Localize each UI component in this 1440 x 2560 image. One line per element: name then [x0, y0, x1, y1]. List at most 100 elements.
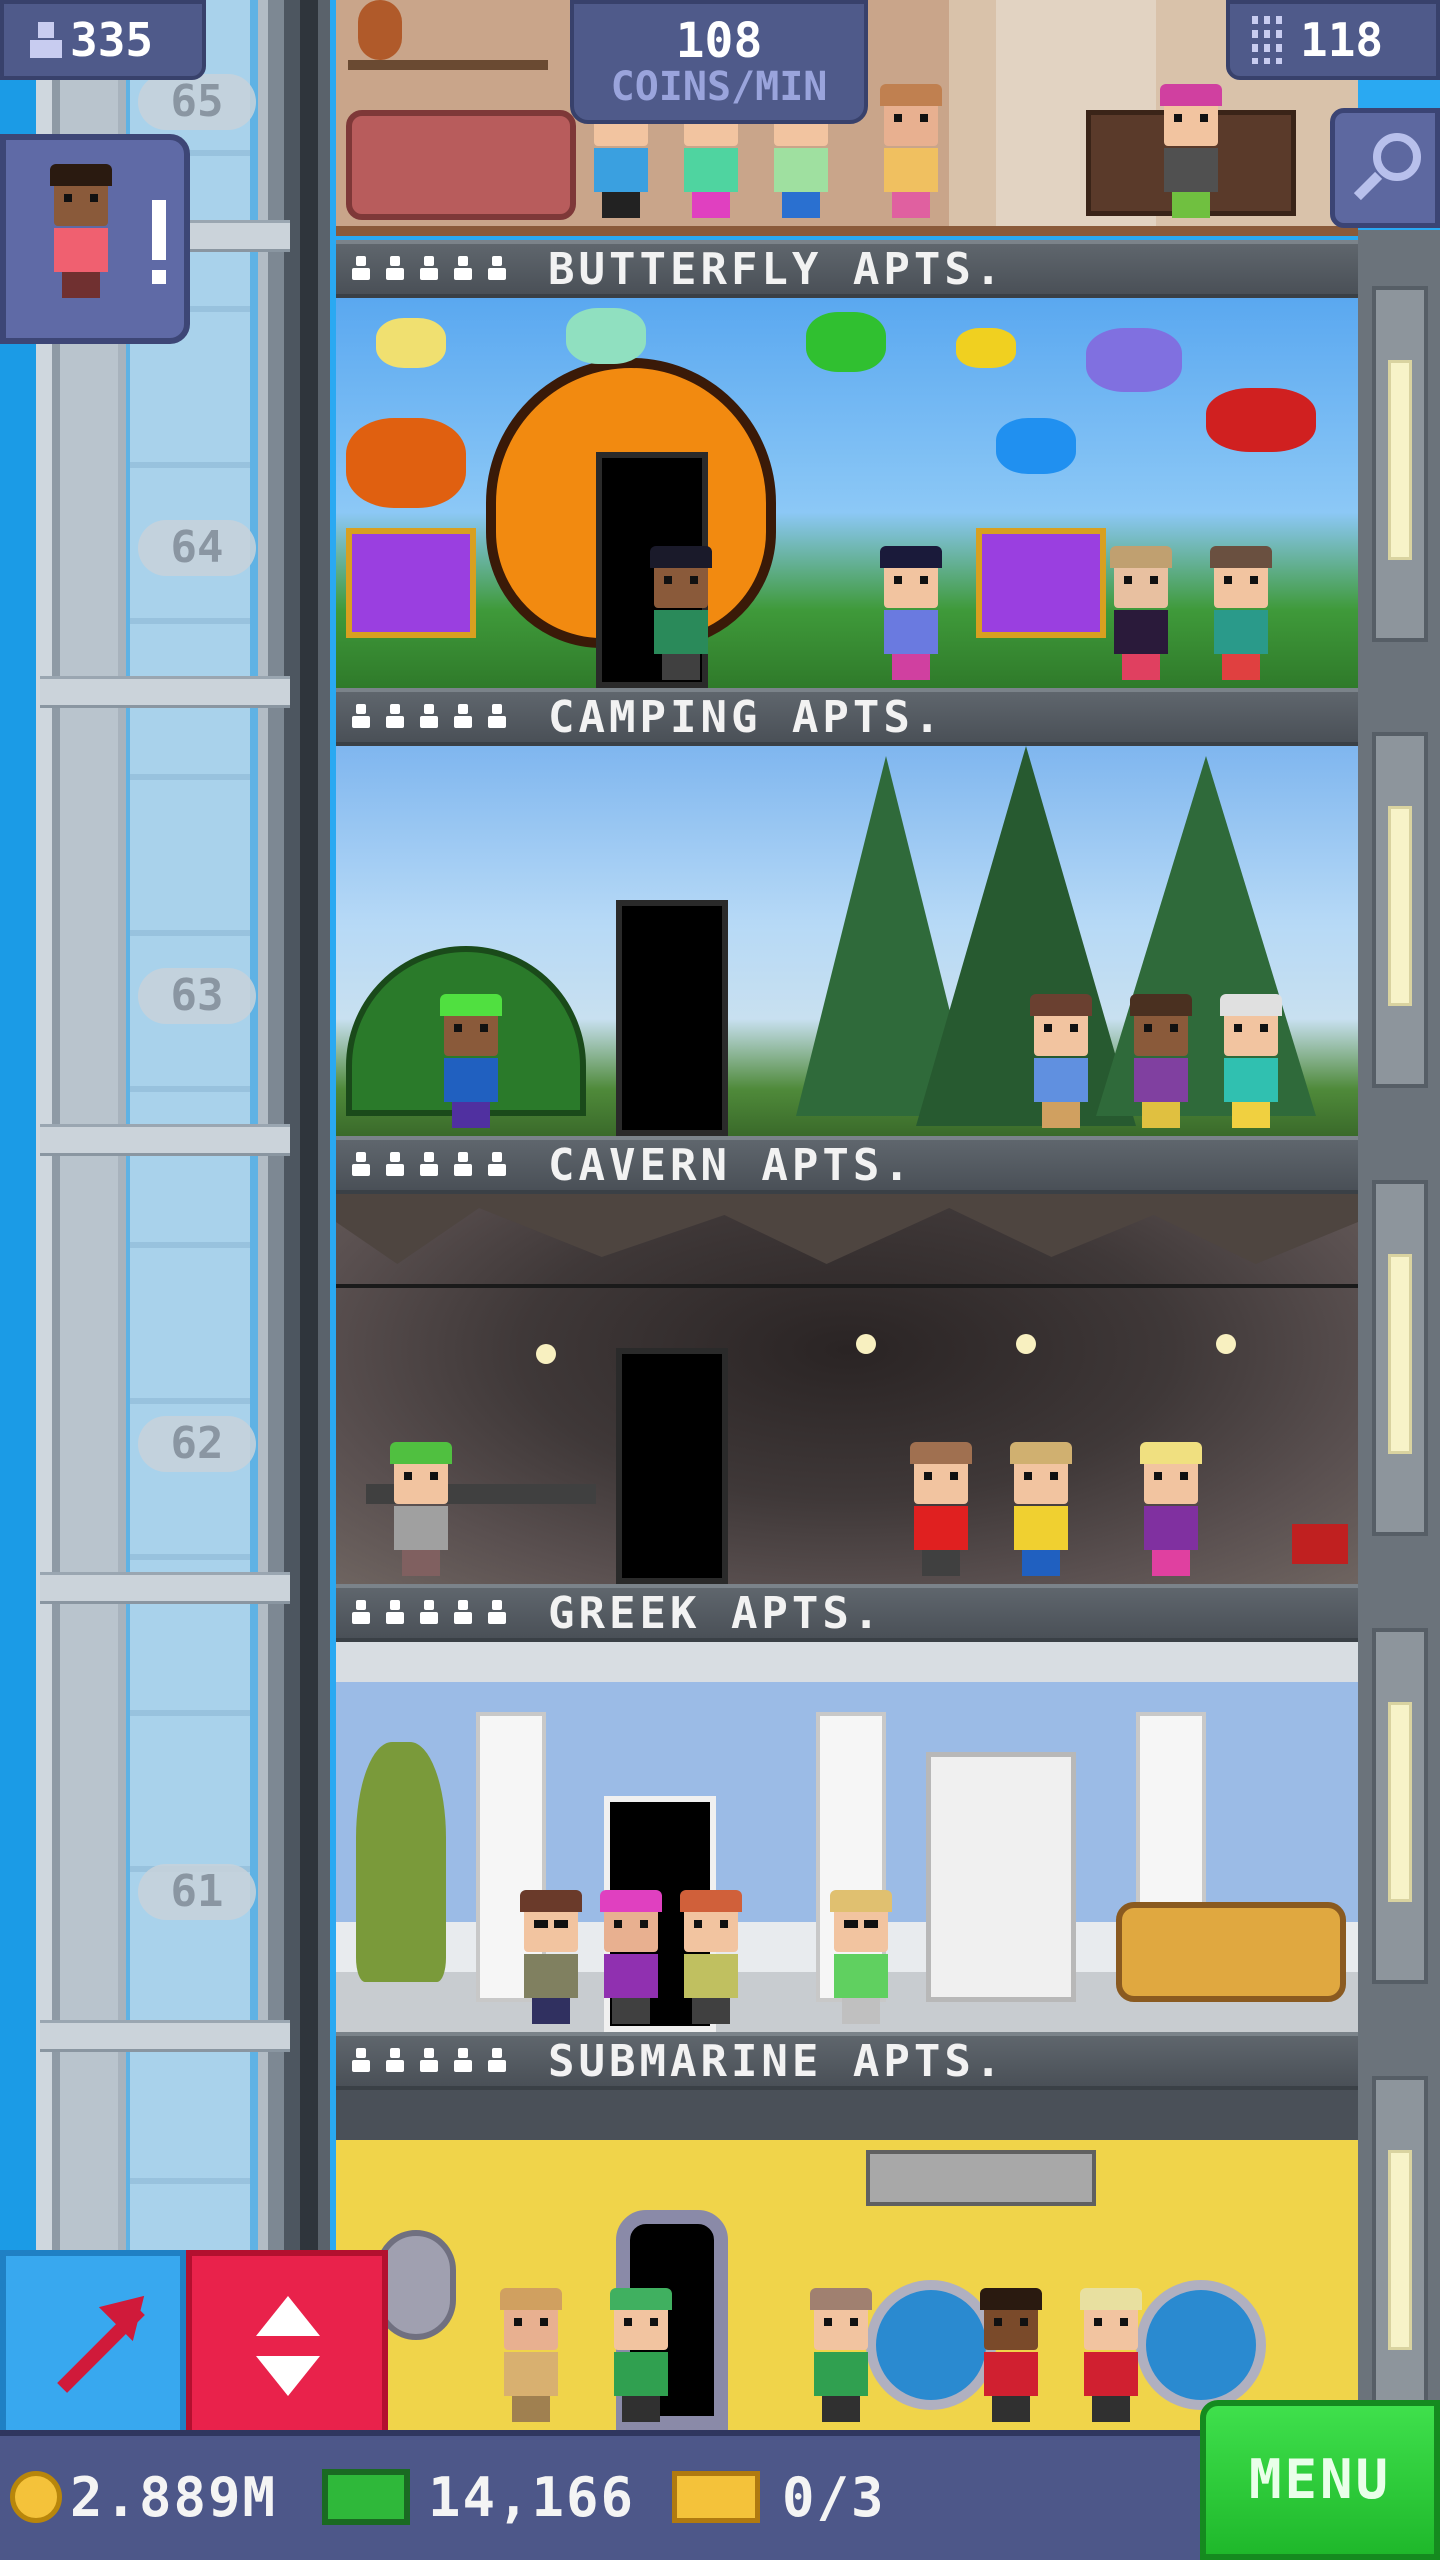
population-value: 335 [70, 13, 154, 67]
tickets-value: 0/3 [782, 2465, 886, 2529]
string-lights [336, 1284, 1358, 1288]
tenant[interactable] [976, 2288, 1046, 2422]
shaft-glass [130, 0, 250, 2430]
person-icon [384, 1152, 406, 1178]
tenant[interactable] [806, 2288, 876, 2422]
floor-submarine-apts[interactable]: SUBMARINE APTS. [336, 2032, 1358, 2430]
elevator-shaft[interactable]: 65 64 63 62 61 [0, 0, 330, 2430]
floor-count-button[interactable]: 118 [1226, 0, 1440, 80]
exclamation-dot [152, 270, 166, 284]
coins-per-min-label: COINS/MIN [610, 64, 828, 111]
tenant[interactable] [516, 1890, 586, 2024]
floor-label: SUBMARINE APTS. [336, 2032, 1358, 2090]
floor-number-61: 61 [138, 1864, 256, 1920]
floor-count-value: 118 [1300, 13, 1384, 67]
tenant[interactable] [496, 2288, 566, 2422]
tenant[interactable] [646, 546, 716, 680]
floor-name: GREEK APTS. [548, 1587, 884, 1639]
person-icon [452, 1600, 474, 1626]
occupancy-pips [350, 2048, 508, 2074]
potted-plant-icon [356, 1742, 446, 1982]
floor-scene [336, 746, 1358, 1144]
tenant[interactable] [386, 1442, 456, 1576]
tenant[interactable] [826, 1890, 896, 2024]
occupancy-pips [350, 256, 508, 282]
shaft-floor-band [40, 676, 290, 708]
visitor-alert-button[interactable] [0, 134, 190, 344]
population-counter[interactable]: 335 [0, 0, 206, 80]
control-panel [866, 2150, 1096, 2206]
butterfly-icon [996, 418, 1076, 474]
sofa [346, 110, 576, 220]
up-arrow-icon [256, 2296, 320, 2336]
floor-number-63: 63 [138, 968, 256, 1024]
visitor-icon [46, 164, 116, 298]
tenant[interactable] [1206, 546, 1276, 680]
bookshelf [926, 1752, 1076, 2002]
person-icon [384, 2048, 406, 2074]
person-icon [486, 1152, 508, 1178]
floor-label: CAMPING APTS. [336, 688, 1358, 746]
floor-number-62: 62 [138, 1416, 256, 1472]
floor-greek-apts[interactable]: GREEK APTS. [336, 1584, 1358, 2040]
bulb-icon [856, 1334, 876, 1354]
exclamation-icon [152, 200, 166, 260]
butterfly-icon [566, 308, 646, 364]
tenant[interactable] [1076, 2288, 1146, 2422]
bux-counter[interactable]: 14,166 [322, 2462, 635, 2532]
person-icon [418, 704, 440, 730]
shaft-floor-band [40, 1572, 290, 1604]
butterfly-icon [376, 318, 446, 368]
floor-cavern-apts[interactable]: CAVERN APTS. [336, 1136, 1358, 1592]
search-button[interactable] [1330, 108, 1440, 228]
person-icon [384, 256, 406, 282]
floor-name: BUTTERFLY APTS. [548, 243, 1006, 295]
bulb-icon [536, 1344, 556, 1364]
tenant[interactable] [1106, 546, 1176, 680]
tenant[interactable] [1156, 84, 1226, 218]
tenant[interactable] [1136, 1442, 1206, 1576]
person-icon [486, 1600, 508, 1626]
person-icon [350, 704, 372, 730]
bulb-icon [1216, 1334, 1236, 1354]
tenant[interactable] [906, 1442, 976, 1576]
person-icon [452, 704, 474, 730]
wall-light [1388, 806, 1412, 1006]
tenant[interactable] [876, 84, 946, 218]
wall-light [1388, 360, 1412, 560]
bitizen-arrow-button[interactable] [0, 2250, 186, 2436]
tenant[interactable] [1216, 994, 1286, 1128]
tenant[interactable] [676, 1890, 746, 2024]
wall-light [1388, 2150, 1412, 2350]
tickets-counter[interactable]: 0/3 [672, 2462, 886, 2532]
coins-per-min-value: 108 [675, 12, 763, 69]
person-icon [418, 256, 440, 282]
elevator-button[interactable] [186, 2250, 388, 2436]
floor-label: CAVERN APTS. [336, 1136, 1358, 1194]
person-icon [384, 704, 406, 730]
vase-icon [358, 0, 402, 60]
tenant[interactable] [1026, 994, 1096, 1128]
coins-value: 2.889M [70, 2465, 278, 2529]
menu-button[interactable]: MENU [1200, 2400, 1440, 2560]
tenant[interactable] [606, 2288, 676, 2422]
tenant[interactable] [436, 994, 506, 1128]
tenant[interactable] [1006, 1442, 1076, 1576]
magnifier-icon [1373, 133, 1421, 181]
apartment-door[interactable] [616, 1348, 728, 1584]
floor-scene [336, 1642, 1358, 2040]
tenant[interactable] [1126, 994, 1196, 1128]
shaft-floor-band [40, 1124, 290, 1156]
tenant[interactable] [876, 546, 946, 680]
apartment-door[interactable] [616, 900, 728, 1136]
tenant[interactable] [596, 1890, 666, 2024]
occupancy-pips [350, 704, 508, 730]
floor-scene [336, 2090, 1358, 2430]
coins-counter[interactable]: 2.889M [10, 2462, 277, 2532]
person-icon [350, 1152, 372, 1178]
floor-butterfly-apts[interactable]: BUTTERFLY APTS. [336, 240, 1358, 696]
magnifier-handle [1353, 171, 1383, 201]
person-icon [486, 256, 508, 282]
person-icon [28, 20, 64, 60]
floor-camping-apts[interactable]: CAMPING APTS. [336, 688, 1358, 1144]
